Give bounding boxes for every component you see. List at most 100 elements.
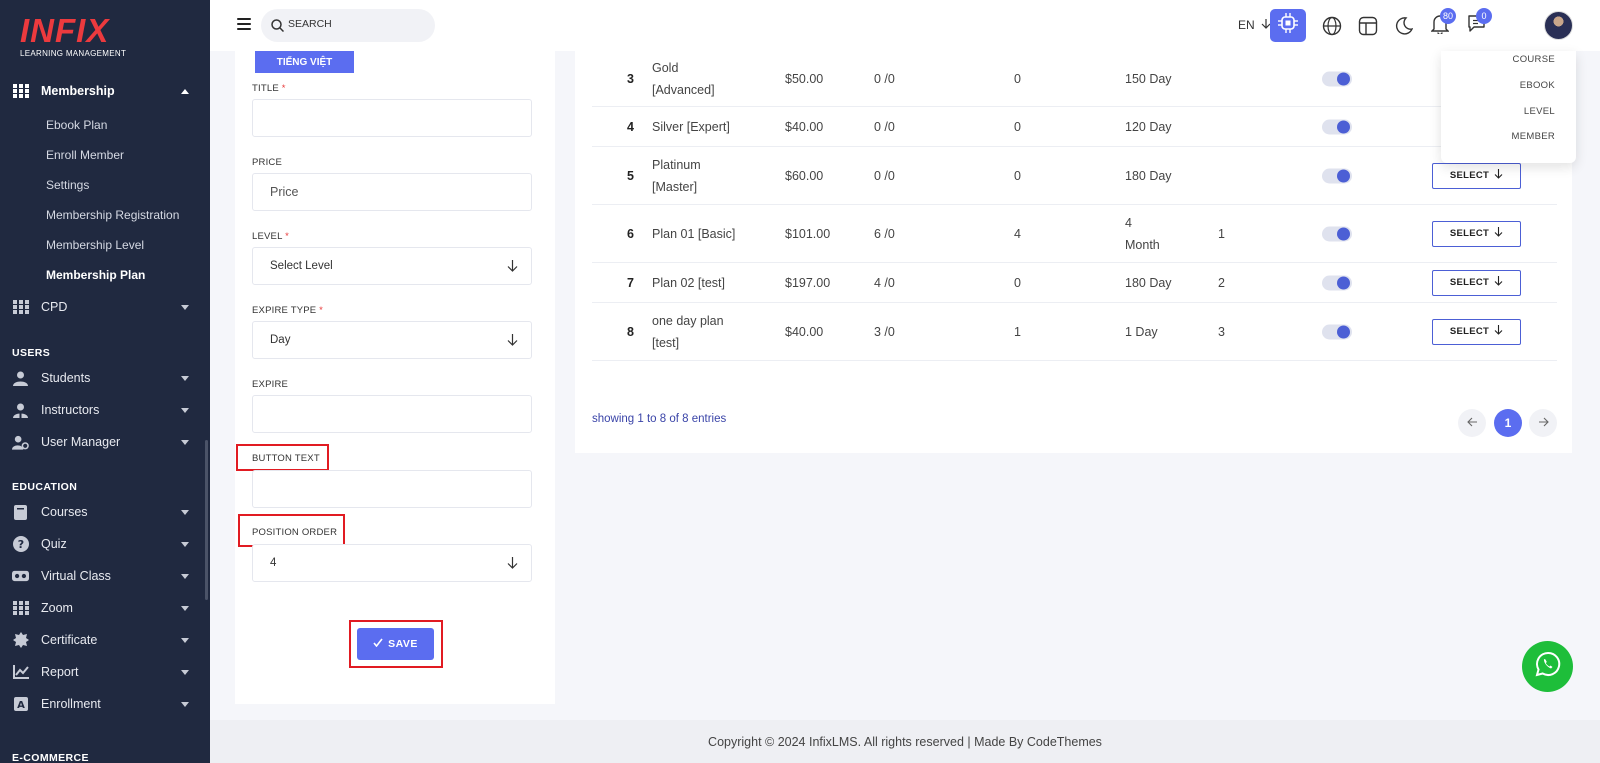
arrow-right-icon [1538,416,1549,430]
save-button[interactable]: SAVE [357,628,434,660]
pagination-prev[interactable] [1458,409,1486,437]
sidebar-item-quiz[interactable]: ? Quiz [0,529,210,559]
dropdown-option-level[interactable]: LEVEL [1524,106,1555,117]
cell-count: 0 [1014,275,1021,290]
arrow-down-icon [507,334,518,349]
price-input[interactable] [252,173,532,211]
top-header: EN 80 0 [210,0,1600,51]
cell-count: 0 [1014,71,1021,86]
sidebar-item-certificate[interactable]: Certificate [0,625,210,655]
chart-icon [12,664,29,681]
level-label: LEVEL * [252,231,289,242]
chevron-down-icon [181,669,189,675]
menu-icon[interactable] [237,18,251,30]
moon-icon[interactable] [1393,15,1415,37]
button-text-input[interactable] [252,470,532,508]
sidebar-subitem-settings[interactable]: Settings [46,178,89,192]
cell-sl: 3 [627,71,634,86]
select-dropdown-menu: COURSE EBOOK LEVEL MEMBER [1441,51,1576,163]
status-toggle[interactable] [1322,226,1352,241]
whatsapp-button[interactable] [1522,641,1573,692]
notification-badge: 80 [1440,8,1457,24]
table-row: 4 Silver [Expert] $40.00 0 /0 0 120 Day [592,107,1557,147]
sidebar-item-cpd[interactable]: CPD [0,292,210,322]
level-select[interactable]: Select Level [252,247,532,285]
sidebar-item-user-manager[interactable]: User Manager [0,427,210,457]
title-label: TITLE * [252,83,286,94]
pagination-page[interactable]: 1 [1494,409,1522,437]
sidebar-subitem-enroll-member[interactable]: Enroll Member [46,148,124,162]
sidebar-scrollbar[interactable] [205,440,208,600]
dropdown-option-ebook[interactable]: EBOOK [1520,80,1555,91]
cell-ratio: 3 /0 [874,324,895,339]
sidebar-subitem-membership-plan[interactable]: Membership Plan [46,268,145,282]
sidebar-subitem-membership-registration[interactable]: Membership Registration [46,208,179,222]
dropdown-option-member[interactable]: MEMBER [1512,131,1556,142]
search-icon [271,19,285,37]
sidebar-item-virtual-class[interactable]: Virtual Class [0,561,210,591]
sidebar-item-zoom[interactable]: Zoom [0,593,210,623]
layout-icon[interactable] [1357,15,1379,37]
search-input[interactable] [288,18,428,30]
notifications-bell[interactable]: 80 [1429,8,1457,37]
table-row: 7 Plan 02 [test] $197.00 4 /0 0 180 Day … [592,263,1557,303]
expire-type-select[interactable]: Day [252,321,532,359]
table-row: 8 one day plan [test] $40.00 3 /0 1 1 Da… [592,303,1557,361]
cell-ratio: 6 /0 [874,226,895,241]
level-label-text: LEVEL [252,231,283,242]
price-label: PRICE [252,157,283,168]
tab-language[interactable]: TIẾNG VIỆT [255,51,354,73]
cell-sl: 6 [627,226,634,241]
language-selector[interactable]: EN [1238,18,1271,32]
select-button[interactable]: SELECT [1432,220,1521,247]
select-button-label: SELECT [1449,326,1490,337]
cell-price: $101.00 [785,226,831,241]
position-order-select[interactable]: 4 [252,544,532,582]
sidebar-subitem-membership-level[interactable]: Membership Level [46,238,144,252]
search-box[interactable] [261,9,435,42]
sidebar-item-membership[interactable]: Membership [0,76,210,106]
section-education: EDUCATION [12,481,78,493]
plans-table: 3 Gold [Advanced] $50.00 0 /0 0 150 Day … [575,51,1572,453]
logo[interactable]: INFIX LEARNING MANAGEMENT [20,14,126,59]
arrow-down-icon [1494,169,1503,182]
chip-icon [1278,13,1298,38]
expire-label: EXPIRE [252,379,289,390]
select-button[interactable]: SELECT [1432,162,1521,189]
cell-sl: 8 [627,324,634,339]
chevron-down-icon [181,407,189,413]
chevron-down-icon [181,439,189,445]
pagination-next[interactable] [1529,409,1557,437]
status-toggle[interactable] [1322,275,1352,290]
sidebar-item-label: User Manager [41,435,121,449]
sidebar-item-label: Courses [41,505,88,519]
title-label-text: TITLE [252,83,279,94]
sidebar-item-students[interactable]: Students [0,363,210,393]
status-toggle[interactable] [1322,324,1352,339]
sidebar-item-instructors[interactable]: Instructors [0,395,210,425]
sidebar-item-courses[interactable]: Courses [0,497,210,527]
entries-info: showing 1 to 8 of 8 entries [592,413,727,425]
sidebar-item-enrollment[interactable]: A Enrollment [0,689,210,719]
sidebar-item-label: Quiz [41,537,67,551]
title-input[interactable] [252,99,532,137]
required-mark: * [285,231,289,242]
sidebar-subitem-ebook-plan[interactable]: Ebook Plan [46,118,107,132]
sidebar-item-report[interactable]: Report [0,657,210,687]
svg-text:A: A [17,700,25,711]
select-button-label: SELECT [1449,277,1490,288]
select-button[interactable]: SELECT [1432,318,1521,345]
status-toggle[interactable] [1322,71,1352,86]
chip-icon-button[interactable] [1270,9,1306,42]
dropdown-option-course[interactable]: COURSE [1513,54,1555,65]
select-button[interactable]: SELECT [1432,269,1521,296]
cell-price: $50.00 [785,71,824,86]
status-toggle[interactable] [1322,119,1352,134]
book-icon [12,504,29,521]
globe-icon[interactable] [1321,15,1343,37]
status-toggle[interactable] [1322,168,1352,183]
expire-input[interactable] [252,395,532,433]
cell-duration: 4 Month [1125,215,1160,252]
avatar[interactable] [1544,11,1573,40]
messages-button[interactable]: 0 [1465,8,1492,37]
